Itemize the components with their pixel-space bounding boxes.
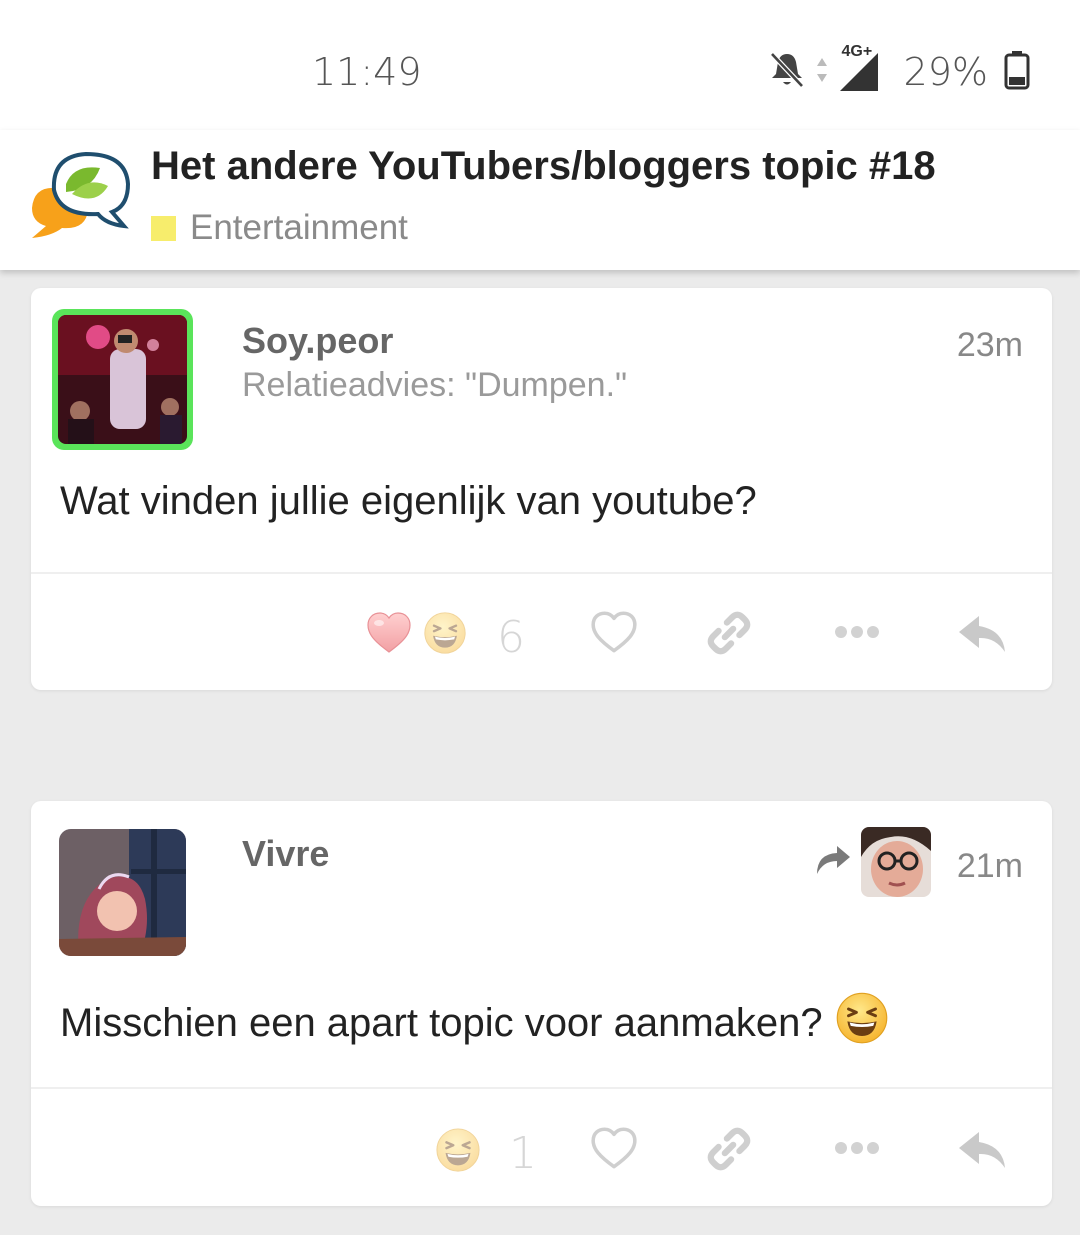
network-type: 4G+	[841, 43, 873, 60]
like-heart-icon[interactable]	[589, 608, 639, 658]
forum-logo-icon[interactable]	[26, 150, 132, 242]
post-body: Wat vinden jullie eigenlijk van youtube?	[60, 479, 757, 524]
post-text: Wat vinden jullie eigenlijk van youtube?	[60, 479, 757, 523]
laughing-emoji-icon	[835, 991, 889, 1055]
status-icons: 4G+ 29%	[768, 43, 1030, 95]
data-arrows-icon	[816, 56, 828, 89]
post-user-title: Relatieadvies: "Dumpen."	[242, 366, 628, 404]
battery-icon	[1004, 50, 1030, 95]
post-divider	[31, 1087, 1052, 1089]
category-badge[interactable]: Entertainment	[151, 208, 408, 248]
category-color-swatch	[151, 215, 176, 241]
more-icon[interactable]	[833, 624, 881, 640]
share-arrow-icon	[813, 844, 851, 881]
reaction-count[interactable]: 6	[497, 612, 525, 663]
bell-off-icon	[768, 50, 806, 95]
reply-icon[interactable]	[957, 612, 1009, 656]
post-timestamp[interactable]: 21m	[957, 847, 1023, 886]
avatar[interactable]	[59, 829, 186, 956]
battery-percentage: 29%	[903, 50, 988, 94]
post-actions: 6	[31, 588, 1052, 678]
category-label: Entertainment	[190, 208, 408, 247]
laughing-reaction-icon[interactable]	[435, 1127, 481, 1173]
topic-header: Het andere YouTubers/bloggers topic #18 …	[0, 130, 1080, 270]
like-heart-icon[interactable]	[589, 1124, 639, 1174]
avatar[interactable]	[52, 309, 193, 450]
reply-icon[interactable]	[957, 1128, 1009, 1172]
reply-to-indicator[interactable]	[813, 827, 931, 897]
link-icon[interactable]	[704, 608, 754, 658]
reaction-count[interactable]: 1	[509, 1128, 537, 1179]
post-card: Vivre 21m Misschien een apart topic voor…	[31, 801, 1052, 1206]
post-actions: 1	[31, 1104, 1052, 1194]
post-body: Misschien een apart topic voor aanmaken?	[60, 991, 889, 1055]
heart-reaction-icon[interactable]	[365, 609, 413, 657]
status-bar: 11:49 4G+ 29%	[0, 0, 1080, 130]
more-icon[interactable]	[833, 1140, 881, 1156]
laughing-reaction-icon[interactable]	[423, 611, 467, 655]
signal-icon: 4G+	[838, 43, 880, 93]
link-icon[interactable]	[704, 1124, 754, 1174]
post-timestamp[interactable]: 23m	[957, 326, 1023, 365]
post-divider	[31, 572, 1052, 574]
status-time: 11:49	[312, 50, 422, 94]
reply-to-avatar[interactable]	[861, 827, 931, 897]
post-text: Misschien een apart topic voor aanmaken?	[60, 1000, 823, 1045]
post-card: Soy.peor Relatieadvies: "Dumpen." 23m Wa…	[31, 288, 1052, 690]
post-username[interactable]: Soy.peor	[242, 320, 393, 362]
post-username[interactable]: Vivre	[242, 833, 329, 875]
topic-title: Het andere YouTubers/bloggers topic #18	[151, 144, 936, 188]
